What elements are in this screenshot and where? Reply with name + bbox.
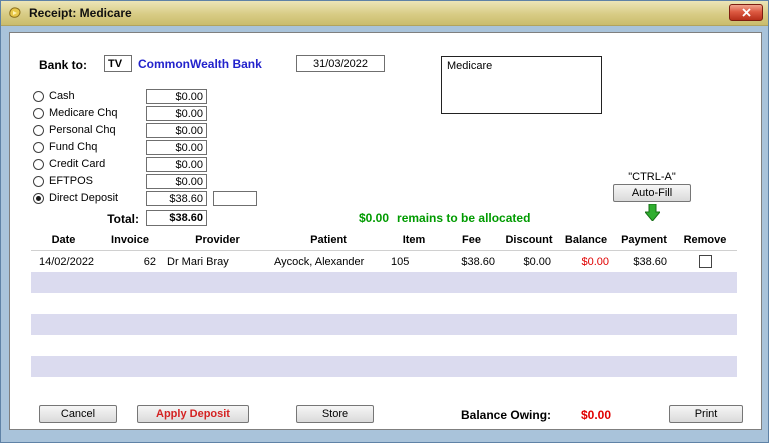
print-button[interactable]: Print [669,405,743,423]
apply-deposit-button-label: Apply Deposit [156,408,230,420]
medicare-chq-radio[interactable] [33,108,44,119]
cell-item: 105 [391,255,410,268]
cash-label: Cash [49,90,75,102]
payment-row-direct-deposit: Direct Deposit [31,191,271,207]
table-row-empty [31,335,737,356]
cell-remove [673,255,737,268]
credit-card-radio[interactable] [33,159,44,170]
cell-fee: $38.60 [461,255,495,268]
medicare-chq-label: Medicare Chq [49,107,118,119]
payment-row-eftpos: EFTPOS [31,174,271,190]
col-header-invoice: Invoice [111,233,149,246]
payment-row-credit-card: Credit Card [31,157,271,173]
credit-card-label: Credit Card [49,158,106,170]
bank-name: CommonWealth Bank [138,57,262,71]
direct-deposit-extra-input[interactable] [213,191,257,206]
direct-deposit-amount-input[interactable] [146,191,207,206]
remove-checkbox[interactable] [698,255,712,268]
cancel-button[interactable]: Cancel [39,405,117,423]
cash-radio[interactable] [33,91,44,102]
fund-chq-label: Fund Chq [49,141,98,153]
memo-text: Medicare [447,60,493,72]
table-row-empty [31,314,737,335]
autofill-shortcut-hint: "CTRL-A" [628,171,676,183]
receipt-window: Receipt: Medicare Bank to: CommonWealth … [0,0,769,443]
table-row-empty [31,377,737,398]
col-header-fee: Fee [462,233,481,246]
fund-chq-amount-input[interactable] [146,140,207,155]
direct-deposit-label: Direct Deposit [49,192,119,204]
cancel-button-label: Cancel [60,408,96,420]
cell-payment: $38.60 [633,255,667,268]
allocation-amount: $0.00 [359,211,390,225]
cell-date: 14/02/2022 [39,255,95,268]
col-header-balance: Balance [564,233,608,246]
table-row-empty [31,272,737,293]
personal-chq-radio[interactable] [33,125,44,136]
cash-amount-input[interactable] [146,89,207,104]
app-icon [9,7,21,18]
table-body: 14/02/2022 62 Dr Mari Bray Aycock, Alexa… [31,251,737,398]
total-label: Total: [107,212,139,226]
close-button[interactable] [729,4,763,21]
cell-provider: Dr Mari Bray [167,255,229,268]
col-header-payment: Payment [621,233,667,246]
green-down-arrow-icon [645,204,660,221]
close-icon [741,8,751,17]
table-row-empty [31,293,737,314]
allocation-text: remains to be allocated [397,211,531,225]
print-button-label: Print [694,408,718,420]
auto-fill-button[interactable]: Auto-Fill [613,184,691,202]
medicare-chq-amount-input[interactable] [146,106,207,121]
col-header-date: Date [51,233,76,246]
bank-to-label: Bank to: [39,58,87,72]
eftpos-label: EFTPOS [49,175,94,187]
cell-patient: Aycock, Alexander [274,255,365,268]
balance-owing-value: $0.00 [581,408,612,422]
total-value-field [146,210,207,226]
cell-discount: $0.00 [523,255,551,268]
personal-chq-amount-input[interactable] [146,123,207,138]
bank-code-input[interactable] [104,55,132,72]
table-header: Date Invoice Provider Patient Item Fee D… [31,229,737,251]
apply-deposit-button[interactable]: Apply Deposit [137,405,249,423]
title-bar[interactable]: Receipt: Medicare [1,1,768,26]
table-row: 14/02/2022 62 Dr Mari Bray Aycock, Alexa… [31,251,737,272]
auto-fill-button-label: Auto-Fill [631,187,673,199]
cell-balance: $0.00 [581,255,609,268]
col-header-remove: Remove [683,233,727,246]
col-header-patient: Patient [310,233,347,246]
window-title: Receipt: Medicare [29,6,132,20]
payment-row-fund-chq: Fund Chq [31,140,271,156]
allocation-message: $0.00 remains to be allocated [359,211,530,225]
col-header-discount: Discount [505,233,553,246]
cell-invoice: 62 [143,255,156,268]
balance-owing-label: Balance Owing: [461,408,552,422]
table-row-empty [31,356,737,377]
payment-row-personal-chq: Personal Chq [31,123,271,139]
store-button[interactable]: Store [296,405,374,423]
direct-deposit-radio[interactable] [33,193,44,204]
eftpos-amount-input[interactable] [146,174,207,189]
payment-row-cash: Cash [31,89,271,105]
payment-row-medicare-chq: Medicare Chq [31,106,271,122]
col-header-provider: Provider [195,233,240,246]
store-button-label: Store [321,408,349,420]
credit-card-amount-input[interactable] [146,157,207,172]
col-header-item: Item [402,233,426,246]
fund-chq-radio[interactable] [33,142,44,153]
personal-chq-label: Personal Chq [49,124,116,136]
date-input[interactable] [296,55,385,72]
memo-box[interactable]: Medicare [441,56,602,114]
eftpos-radio[interactable] [33,176,44,187]
